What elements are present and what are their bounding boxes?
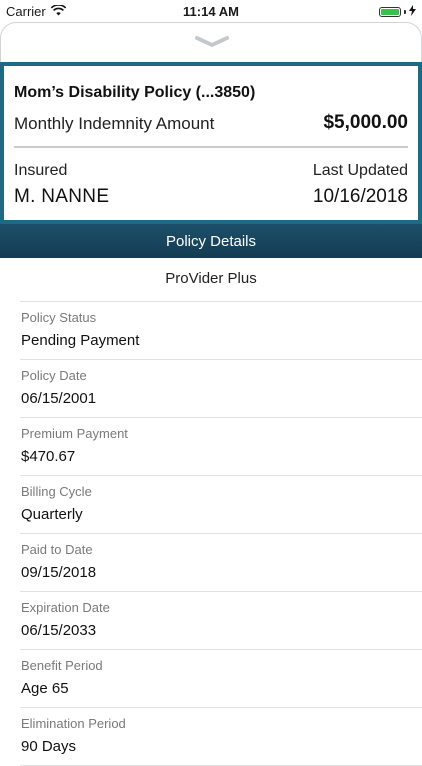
chevron-down-icon[interactable] [194, 35, 230, 49]
status-bar: Carrier 11:14 AM [0, 0, 422, 22]
battery-level [381, 8, 399, 15]
policy-details-header: Policy Details [0, 224, 422, 258]
detail-label: Policy Status [21, 310, 97, 325]
detail-row-policy-status: Policy Status Pending Payment [20, 302, 422, 360]
product-name: ProVider Plus [165, 270, 257, 287]
battery-cap [404, 9, 406, 14]
detail-value: 06/15/2001 [21, 390, 97, 407]
policy-summary-card: Mom’s Disability Policy (...3850) Monthl… [0, 62, 422, 224]
detail-value: 90 Days [21, 738, 77, 755]
detail-label: Billing Cycle [21, 484, 92, 499]
clock: 11:14 AM [183, 4, 239, 19]
detail-label: Policy Date [21, 368, 87, 383]
card-divider [14, 146, 408, 148]
last-updated-date: 10/16/2018 [312, 186, 408, 207]
detail-row-policy-date: Policy Date 06/15/2001 [20, 360, 422, 418]
detail-value: Pending Payment [21, 332, 140, 349]
detail-value: 09/15/2018 [21, 564, 97, 581]
detail-row-billing-cycle: Billing Cycle Quarterly [20, 476, 422, 534]
indemnity-amount: $5,000.00 [323, 112, 408, 133]
detail-value: $470.67 [21, 448, 76, 465]
charging-bolt-icon [409, 4, 416, 19]
detail-label: Paid to Date [21, 542, 93, 557]
last-updated-label: Last Updated [312, 162, 408, 179]
detail-label: Expiration Date [21, 600, 110, 615]
sheet-header [0, 22, 422, 66]
detail-label: Premium Payment [21, 426, 128, 441]
status-right [379, 4, 416, 19]
detail-value: Age 65 [21, 680, 69, 697]
indemnity-label: Monthly Indemnity Amount [14, 114, 215, 133]
detail-label: Benefit Period [21, 658, 103, 673]
policy-details-list: Policy Status Pending Payment Policy Dat… [0, 302, 422, 766]
detail-row-elimination-period: Elimination Period 90 Days [20, 708, 422, 766]
detail-row-paid-to-date: Paid to Date 09/15/2018 [20, 534, 422, 592]
detail-row-premium-payment: Premium Payment $470.67 [20, 418, 422, 476]
insured-label: Insured [14, 162, 68, 179]
detail-value: 06/15/2033 [21, 622, 97, 639]
detail-row-expiration-date: Expiration Date 06/15/2033 [20, 592, 422, 650]
battery-icon [379, 6, 401, 17]
policy-title: Mom’s Disability Policy (...3850) [14, 84, 256, 101]
insured-name: M. NANNE [14, 186, 110, 207]
detail-label: Elimination Period [21, 716, 126, 731]
detail-value: Quarterly [21, 506, 83, 523]
section-title: Policy Details [165, 232, 257, 250]
detail-row-benefit-period: Benefit Period Age 65 [20, 650, 422, 708]
